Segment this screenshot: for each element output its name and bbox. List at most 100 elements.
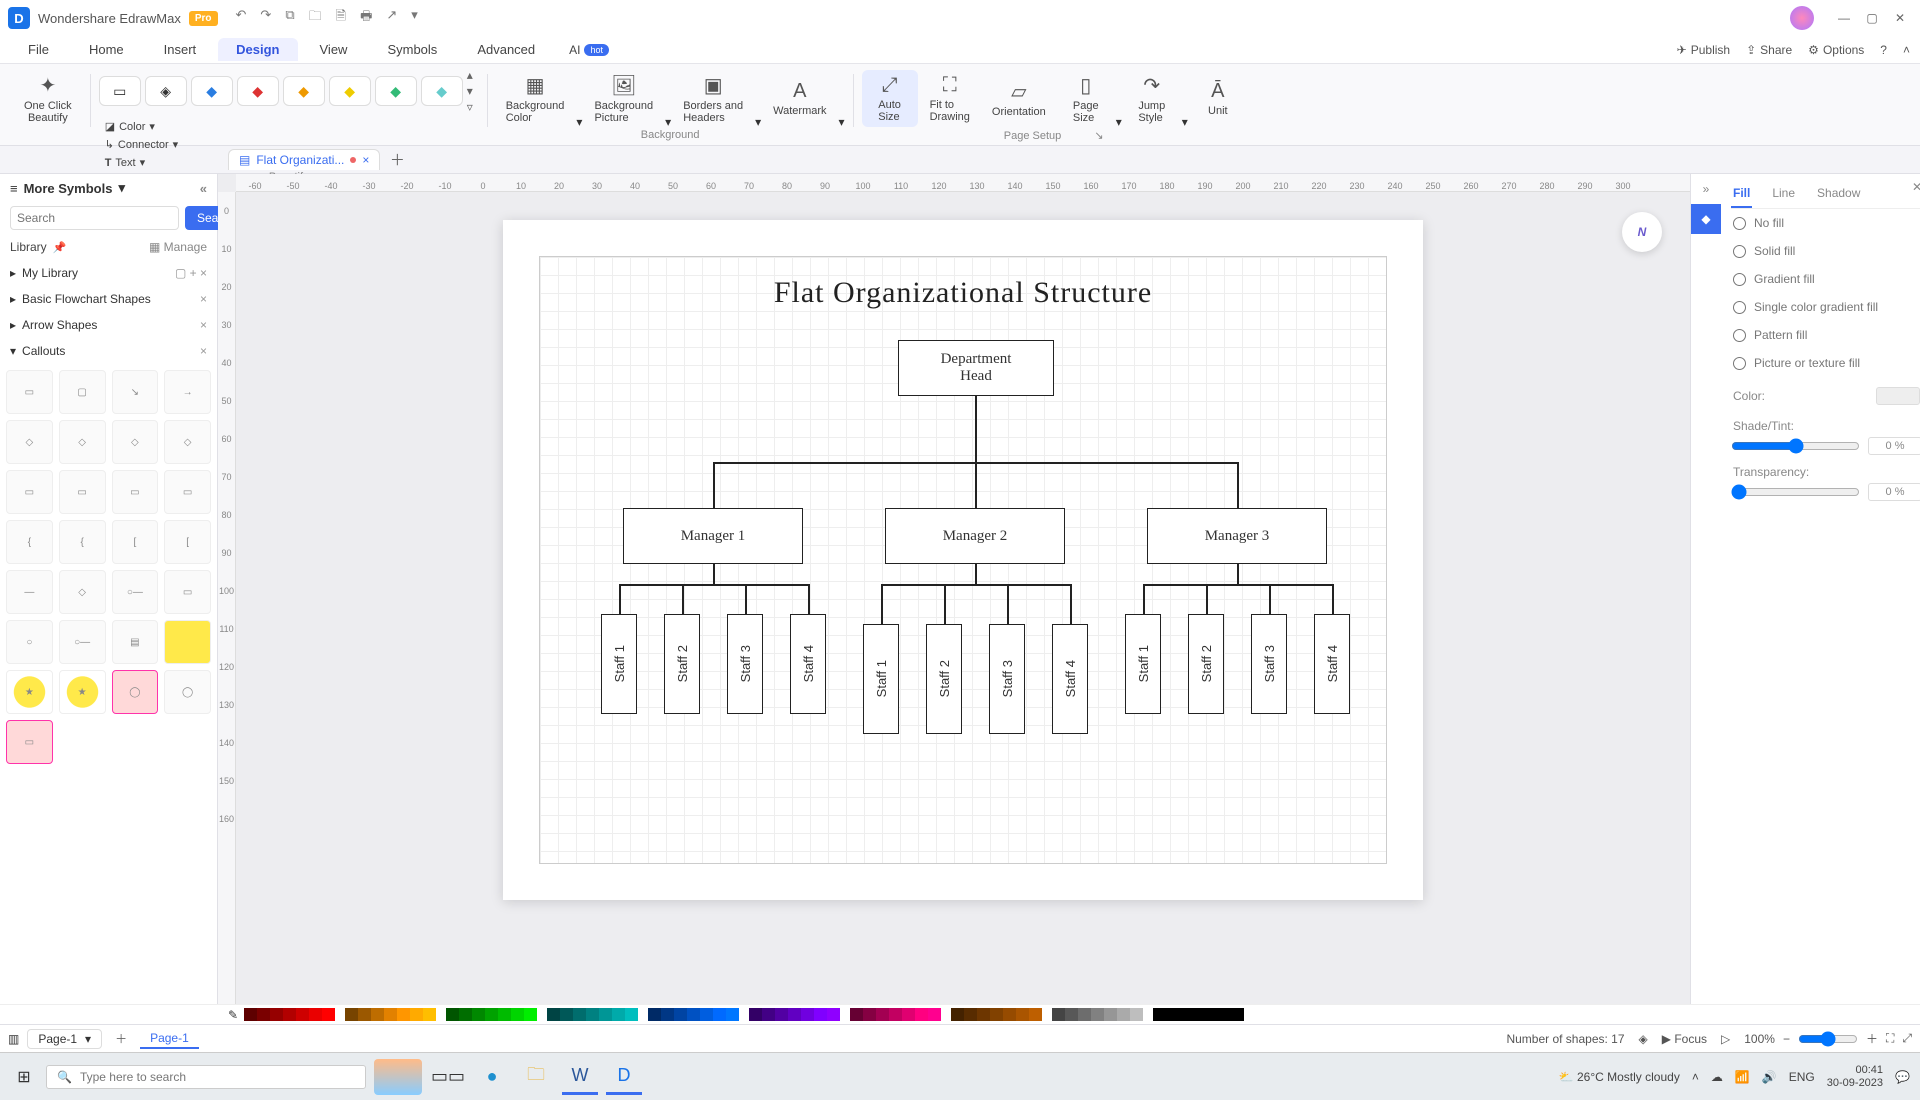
staff-box[interactable]: Staff 2: [926, 624, 962, 734]
my-library-section[interactable]: ▸ My Library▢ + ×: [0, 260, 217, 286]
color-swatch[interactable]: [472, 1008, 485, 1021]
color-swatch[interactable]: [814, 1008, 827, 1021]
callout-shape[interactable]: ◇: [59, 570, 106, 614]
color-swatch[interactable]: [713, 1008, 726, 1021]
staff-box[interactable]: Staff 4: [1052, 624, 1088, 734]
color-swatch[interactable]: [1218, 1008, 1231, 1021]
color-swatch[interactable]: [762, 1008, 775, 1021]
picture-fill-option[interactable]: Picture or texture fill: [1731, 349, 1920, 377]
color-swatch[interactable]: [775, 1008, 788, 1021]
callout-shape[interactable]: ◇: [6, 420, 53, 464]
callout-shape[interactable]: {: [59, 520, 106, 564]
dept-head-box[interactable]: Department Head: [898, 340, 1054, 396]
zoom-out-button[interactable]: −: [1783, 1032, 1790, 1046]
one-click-beautify-button[interactable]: ✦One Click Beautify: [14, 69, 82, 128]
color-swatch[interactable]: [801, 1008, 814, 1021]
qat-more-icon[interactable]: ▾: [411, 7, 418, 29]
color-swatch[interactable]: [977, 1008, 990, 1021]
callout-shape[interactable]: ▭: [6, 370, 53, 414]
color-swatch[interactable]: [1130, 1008, 1143, 1021]
news-widget[interactable]: [374, 1059, 422, 1095]
menu-design[interactable]: Design: [218, 38, 297, 61]
diagram-title[interactable]: Flat Organizational Structure: [503, 276, 1423, 310]
expand-right-panel-icon[interactable]: »: [1691, 174, 1721, 204]
color-swatch[interactable]: [1052, 1008, 1065, 1021]
color-swatch[interactable]: [850, 1008, 863, 1021]
sec-close-1[interactable]: ×: [200, 318, 207, 332]
layers-icon[interactable]: ◈: [1639, 1032, 1648, 1046]
callout-shape[interactable]: —: [6, 570, 53, 614]
drawing-page[interactable]: Flat Organizational Structure Department…: [503, 220, 1423, 900]
color-swatch[interactable]: [371, 1008, 384, 1021]
color-swatch[interactable]: [674, 1008, 687, 1021]
line-tab[interactable]: Line: [1770, 180, 1797, 208]
start-button[interactable]: ⊞: [10, 1063, 38, 1091]
transparency-value[interactable]: 0 %: [1868, 483, 1920, 501]
explorer-icon[interactable]: 🗀: [518, 1059, 554, 1095]
focus-button[interactable]: ▶ Focus: [1662, 1032, 1707, 1046]
color-swatch[interactable]: [661, 1008, 674, 1021]
menu-insert[interactable]: Insert: [146, 38, 215, 61]
staff-box[interactable]: Staff 4: [790, 614, 826, 714]
color-swatch[interactable]: [964, 1008, 977, 1021]
single-gradient-option[interactable]: Single color gradient fill: [1731, 293, 1920, 321]
wifi-icon[interactable]: 📶: [1735, 1070, 1750, 1084]
staff-box[interactable]: Staff 3: [727, 614, 763, 714]
staff-box[interactable]: Staff 4: [1314, 614, 1350, 714]
menu-view[interactable]: View: [302, 38, 366, 61]
share-button[interactable]: ⇪ Share: [1746, 43, 1792, 57]
color-swatch[interactable]: [902, 1008, 915, 1021]
color-swatch[interactable]: [423, 1008, 436, 1021]
color-swatch[interactable]: [788, 1008, 801, 1021]
theme-5[interactable]: ◆: [283, 76, 325, 106]
callout-shape[interactable]: ▭: [59, 470, 106, 514]
color-swatch[interactable]: [915, 1008, 928, 1021]
word-icon[interactable]: W: [562, 1059, 598, 1095]
color-swatch[interactable]: [1205, 1008, 1218, 1021]
theme-4[interactable]: ◆: [237, 76, 279, 106]
theme-8[interactable]: ◆: [421, 76, 463, 106]
callout-shape[interactable]: ◇: [59, 420, 106, 464]
color-swatch[interactable]: [749, 1008, 762, 1021]
orientation-button[interactable]: ▱Orientation: [982, 75, 1056, 122]
volume-icon[interactable]: 🔊: [1762, 1070, 1777, 1084]
color-swatch[interactable]: [951, 1008, 964, 1021]
callout-shape[interactable]: ◇: [164, 420, 211, 464]
shade-slider[interactable]: [1731, 438, 1860, 454]
callouts-section[interactable]: ▾ Callouts×: [0, 338, 217, 364]
bgcolor-dropdown[interactable]: ▾: [576, 115, 582, 129]
fill-tab[interactable]: Fill: [1731, 180, 1752, 208]
fit-page-icon[interactable]: ⛶: [1886, 1031, 1894, 1046]
manager-2-box[interactable]: Manager 2: [885, 508, 1065, 564]
callout-shape[interactable]: [: [112, 520, 159, 564]
color-swatch[interactable]: [345, 1008, 358, 1021]
export-icon[interactable]: ↗: [386, 7, 397, 29]
color-swatch[interactable]: [283, 1008, 296, 1021]
color-swatch[interactable]: [1166, 1008, 1179, 1021]
user-avatar[interactable]: [1790, 6, 1814, 30]
help-icon[interactable]: ?: [1880, 43, 1887, 57]
color-swatch[interactable]: [397, 1008, 410, 1021]
redo-icon[interactable]: ↷: [260, 7, 271, 29]
callout-shape[interactable]: ▭: [164, 570, 211, 614]
pattern-fill-option[interactable]: Pattern fill: [1731, 321, 1920, 349]
color-swatch[interactable]: [1065, 1008, 1078, 1021]
theme-scroll-up[interactable]: ▴: [467, 68, 473, 82]
task-view-icon[interactable]: ▭▭: [430, 1059, 466, 1095]
save-icon[interactable]: 🗎: [336, 7, 346, 29]
callout-shape[interactable]: ○—: [59, 620, 106, 664]
undo-icon[interactable]: ↶: [236, 7, 247, 29]
color-swatch[interactable]: [524, 1008, 537, 1021]
color-swatch[interactable]: [358, 1008, 371, 1021]
solid-fill-option[interactable]: Solid fill: [1731, 237, 1920, 265]
unit-button[interactable]: ĀUnit: [1190, 76, 1246, 121]
basic-flowchart-section[interactable]: ▸ Basic Flowchart Shapes×: [0, 286, 217, 312]
color-swatch[interactable]: [1104, 1008, 1117, 1021]
color-swatch[interactable]: [511, 1008, 524, 1021]
staff-box[interactable]: Staff 1: [863, 624, 899, 734]
options-button[interactable]: ⚙ Options: [1808, 43, 1864, 57]
staff-box[interactable]: Staff 1: [1125, 614, 1161, 714]
color-swatch[interactable]: [1153, 1008, 1166, 1021]
watermark-dropdown[interactable]: ▾: [839, 115, 845, 129]
color-swatch[interactable]: [296, 1008, 309, 1021]
